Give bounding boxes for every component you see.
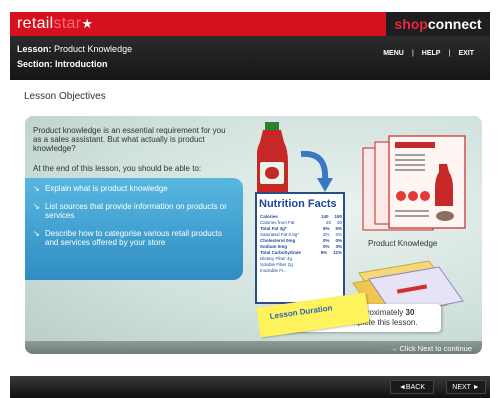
nutrition-value-a: 0% xyxy=(322,238,330,243)
nutrition-row-values xyxy=(336,268,342,274)
nutrition-value-a: 140 xyxy=(320,214,329,219)
bottom-nav-bar: ◄BACK NEXT ► xyxy=(10,376,490,398)
list-item: ↘ List sources that provide information … xyxy=(33,202,237,221)
next-hint: → Click Next to continue xyxy=(389,344,472,353)
duration-label: Lesson Duration xyxy=(269,303,333,321)
intro-text: Product knowledge is an essential requir… xyxy=(33,126,226,153)
top-nav: MENU | HELP | EXIT xyxy=(375,50,482,57)
arrow-bullet-icon: ↘ xyxy=(33,201,40,211)
panel-footer: → Click Next to continue xyxy=(25,341,482,354)
nutrition-row: Insoluble Fi... xyxy=(260,268,342,274)
nutrition-value-b: 3% xyxy=(335,244,342,249)
product-documents-illustration xyxy=(362,135,466,231)
next-button[interactable]: NEXT ► xyxy=(446,380,486,394)
objective-text: Explain what is product knowledge xyxy=(45,184,168,193)
nutrition-value-b: 5% xyxy=(335,226,342,231)
retailstar-logo: retailstar★ xyxy=(17,15,93,33)
list-item: ↘ Explain what is product knowledge xyxy=(33,184,237,194)
nutrition-value-a: 25 xyxy=(325,220,331,225)
nutrition-value-a: 9% xyxy=(320,250,328,255)
nutrition-rows: Calories 140 190 Calories from Fat 25 30 Total… xyxy=(260,214,342,274)
lesson-value: Product Knowledge xyxy=(54,44,133,54)
nutrition-value-a: 0% xyxy=(322,244,330,249)
illustration-caption: Product Knowledge xyxy=(368,239,438,248)
logo-part-star: star xyxy=(53,15,82,32)
ketchup-bottle-illustration xyxy=(257,122,333,200)
back-button[interactable]: ◄BACK xyxy=(390,380,434,394)
logo-part-connect: connect xyxy=(427,16,482,32)
section-label: Section: xyxy=(17,59,53,69)
arrow-bullet-icon: ↘ xyxy=(33,184,40,193)
shopconnect-logo: shopconnect xyxy=(386,12,490,36)
logo-star-icon: ★ xyxy=(81,16,94,31)
content-panel: Product knowledge is an essential requir… xyxy=(25,116,482,354)
nutrition-value-a: 3% xyxy=(322,232,330,237)
nutrition-value-b: 0% xyxy=(335,238,342,243)
logo-part-retail: retail xyxy=(17,15,54,32)
section-value: Introduction xyxy=(55,59,108,69)
lesson-header: Lesson: Product Knowledge Section: Intro… xyxy=(10,36,490,80)
nutrition-row-label: Insoluble Fi... xyxy=(260,268,287,273)
nutrition-value-b: 11% xyxy=(333,250,342,255)
lesson-line: Lesson: Product Knowledge xyxy=(17,44,132,54)
menu-button[interactable]: MENU xyxy=(375,50,412,57)
page-title: Lesson Objectives xyxy=(24,91,106,102)
objectives-lead: At the end of this lesson, you should be… xyxy=(33,164,202,173)
logo-part-shop: shop xyxy=(394,16,428,32)
objective-text: List sources that provide information on… xyxy=(45,201,227,221)
brand-bar: retailstar★ shopconnect xyxy=(10,12,490,36)
section-line: Section: Introduction xyxy=(17,59,108,69)
nutrition-value-b: 3% xyxy=(335,232,342,237)
nutrition-label: Nutrition Facts Calories 140 190 Calories f… xyxy=(255,192,345,304)
nutrition-title: Nutrition Facts xyxy=(259,198,337,210)
nutrition-value-b: 190 xyxy=(334,214,342,219)
lesson-label: Lesson: xyxy=(17,44,52,54)
nutrition-value-b: 30 xyxy=(336,220,342,225)
help-button[interactable]: HELP xyxy=(414,50,449,57)
list-item: ↘ Describe how to categorise various ret… xyxy=(33,229,237,248)
nutrition-value-a: 5% xyxy=(322,226,330,231)
exit-button[interactable]: EXIT xyxy=(450,50,482,57)
objectives-list: ↘ Explain what is product knowledge ↘ Li… xyxy=(25,178,243,280)
objective-text: Describe how to categorise various retai… xyxy=(45,228,222,248)
arrow-bullet-icon: ↘ xyxy=(33,228,40,238)
